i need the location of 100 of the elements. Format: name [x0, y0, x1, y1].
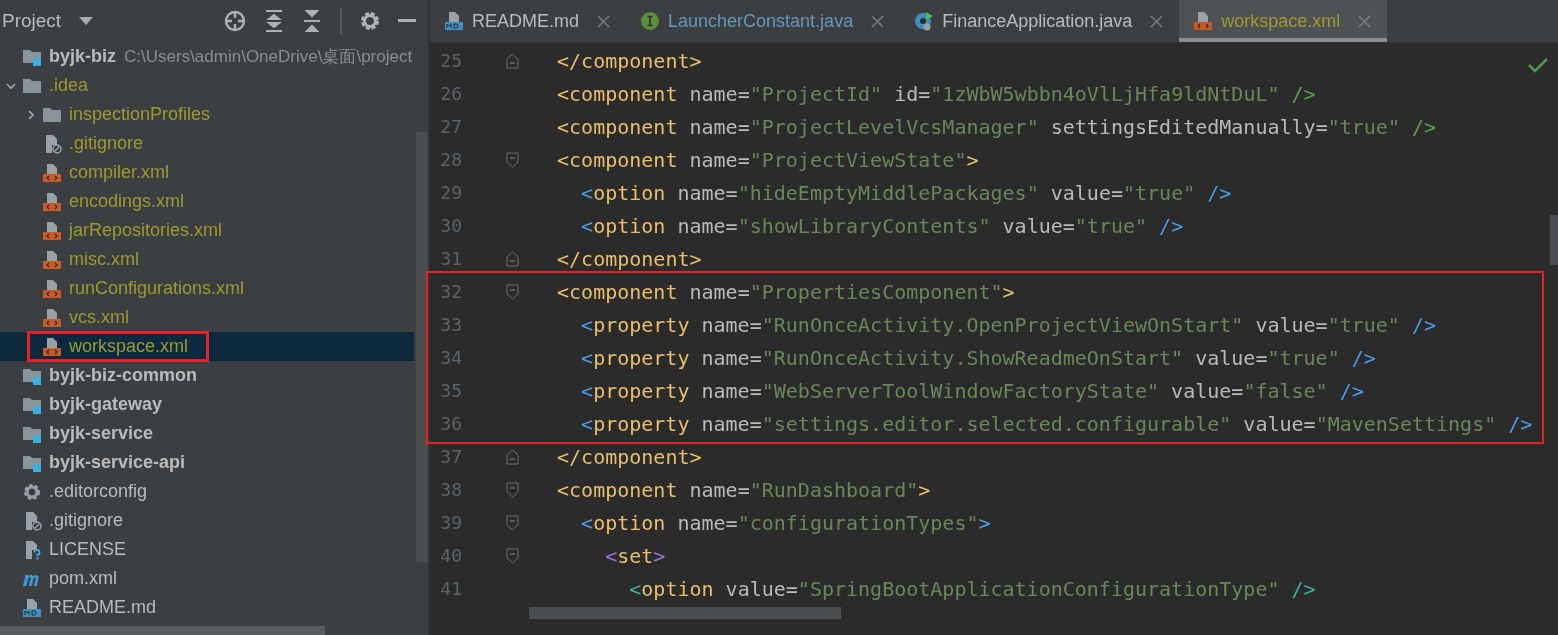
tree-item-label: .gitignore: [49, 510, 124, 531]
code-line: <property name="settings.editor.selected.configurable" value="MavenSettings" />: [580, 411, 1533, 436]
tree-item-label: .editorconfig: [49, 481, 148, 502]
tree-item[interactable]: .gitignore: [0, 506, 414, 535]
tree-item-label: .gitignore: [69, 133, 144, 154]
line-number: 37: [439, 446, 462, 467]
editor-tab[interactable]: LauncherConstant.java: [626, 0, 901, 42]
code-line: <component name="ProjectLevelVcsManager" settingsEditedManually="true" />: [557, 114, 1437, 139]
line-number: 34: [439, 347, 462, 368]
fold-marker-icon[interactable]: [506, 283, 519, 300]
tree-item[interactable]: workspace.xml: [0, 332, 414, 361]
editor-tab[interactable]: FinanceApplication.java: [900, 0, 1180, 42]
tree-item[interactable]: README.md: [0, 593, 414, 622]
tree-item[interactable]: encodings.xml: [0, 187, 414, 216]
tree-item[interactable]: compiler.xml: [0, 158, 414, 187]
xml-file-icon: [42, 307, 62, 328]
tree-item[interactable]: inspectionProfiles: [0, 100, 414, 129]
tree-item[interactable]: vcs.xml: [0, 303, 414, 332]
line-number: 39: [439, 512, 462, 533]
fold-marker-icon[interactable]: [506, 448, 519, 465]
tree-item[interactable]: byjk-biz-common: [0, 361, 414, 390]
minimize-icon[interactable]: [398, 19, 416, 23]
line-number: 36: [439, 413, 462, 434]
tree-item-label: jarRepositories.xml: [69, 220, 223, 241]
xml-file-icon: [42, 162, 62, 183]
collapse-all-icon[interactable]: [302, 10, 322, 32]
tree-item[interactable]: byjk-service: [0, 419, 414, 448]
locate-icon[interactable]: [224, 10, 246, 32]
tree-item-label: LICENSE: [49, 539, 127, 560]
fold-marker-icon[interactable]: [506, 481, 519, 498]
tree-item[interactable]: misc.xml: [0, 245, 414, 274]
xml-file-icon: [42, 336, 62, 357]
line-number: 26: [439, 83, 462, 104]
line-number: 40: [439, 545, 462, 566]
tree-item-label: .idea: [49, 75, 89, 96]
code-line: <property name="RunOnceActivity.OpenProjectViewOnStart" value="true" />: [580, 312, 1437, 337]
tree-item[interactable]: LICENSE: [0, 535, 414, 564]
chevron-right-icon[interactable]: [25, 108, 37, 121]
code-line: <option name="configurationTypes">: [580, 510, 991, 535]
line-number: 33: [439, 314, 462, 335]
tree-item[interactable]: .gitignore: [0, 129, 414, 158]
line-number: 31: [439, 248, 462, 269]
tree-item-label: byjk-biz: [49, 46, 116, 67]
line-number: 38: [439, 479, 462, 500]
close-icon[interactable]: [1150, 14, 1164, 28]
line-number: 41: [439, 578, 462, 599]
editor-tab[interactable]: README.md: [430, 0, 626, 42]
xml-file-icon: [42, 191, 62, 212]
interface-class-icon: [640, 11, 660, 31]
tree-item-label: byjk-gateway: [49, 394, 163, 415]
fold-marker-icon[interactable]: [506, 547, 519, 564]
scrollbar[interactable]: [529, 607, 841, 619]
fold-marker-icon[interactable]: [506, 52, 519, 69]
tree-item-label: compiler.xml: [69, 162, 170, 183]
tree-item[interactable]: jarRepositories.xml: [0, 216, 414, 245]
code-line: <component name="PropertiesComponent">: [557, 279, 1015, 304]
tree-item[interactable]: byjk-gateway: [0, 390, 414, 419]
tree-item-label: misc.xml: [69, 249, 139, 270]
spring-app-icon: [914, 11, 935, 31]
expand-all-icon[interactable]: [264, 10, 284, 32]
line-number: 35: [439, 380, 462, 401]
gear-icon: [22, 481, 42, 502]
close-icon[interactable]: [871, 14, 885, 28]
tree-item-label: inspectionProfiles: [69, 104, 211, 125]
tree-item[interactable]: .editorconfig: [0, 477, 414, 506]
fold-marker-icon[interactable]: [506, 250, 519, 267]
tree-item-label: byjk-biz-common: [49, 365, 197, 386]
tree-item[interactable]: runConfigurations.xml: [0, 274, 414, 303]
tree-item[interactable]: byjk-biz C:\Users\admin\OneDrive\桌面\project: [0, 42, 414, 71]
tree-item-label: encodings.xml: [69, 191, 185, 212]
code-line: <component name="ProjectViewState">: [557, 147, 979, 172]
settings-icon[interactable]: [360, 11, 380, 31]
code-line: <set>: [604, 543, 666, 568]
code-line: <option name="showLibraryContents" value="true" />: [580, 213, 1184, 238]
project-path: C:\Users\admin\OneDrive\桌面\project: [124, 46, 413, 68]
code-line: <component name="ProjectId" id="1zWbW5wbbn4oVlLjHfa9ldNtDuL" />: [557, 81, 1316, 106]
markdown-file-icon: [22, 597, 42, 618]
close-icon[interactable]: [597, 14, 610, 28]
line-number: 27: [439, 116, 462, 137]
tree-item-label: byjk-service: [49, 423, 154, 444]
fold-marker-icon[interactable]: [506, 151, 519, 168]
xml-file-icon: [1193, 11, 1214, 31]
code-line: <property name="WebServerToolWindowFactoryState" value="false" />: [580, 378, 1364, 403]
code-line: <component name="RunDashboard">: [557, 477, 931, 502]
code-line: </component>: [557, 246, 702, 271]
scrollbar[interactable]: [416, 132, 428, 562]
panel-title[interactable]: Project: [2, 10, 62, 32]
dropdown-caret-icon[interactable]: [79, 17, 94, 25]
tree-item[interactable]: byjk-service-api: [0, 448, 414, 477]
tree-item[interactable]: pom.xml: [0, 564, 414, 593]
fold-marker-icon[interactable]: [506, 514, 519, 531]
tree-item[interactable]: .idea: [0, 71, 414, 100]
tree-item-label: README.md: [49, 597, 156, 618]
scrollbar[interactable]: [1550, 215, 1558, 265]
close-icon[interactable]: [1358, 14, 1372, 28]
markdown-file-icon: [444, 11, 464, 31]
checkmark-icon: [1528, 57, 1548, 73]
code-line: <option name="hideEmptyMiddlePackages" value="true" />: [580, 180, 1232, 205]
line-number: 25: [439, 50, 462, 71]
scrollbar[interactable]: [0, 626, 325, 635]
